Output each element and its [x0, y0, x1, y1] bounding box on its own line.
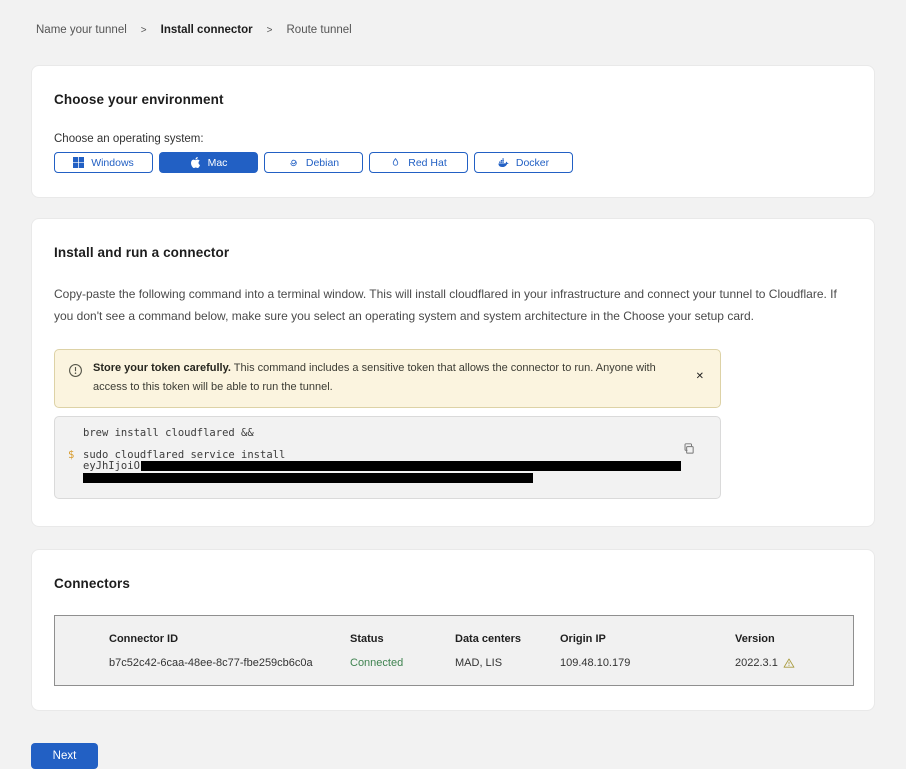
version-number: 2022.3.1 [735, 657, 778, 669]
token-warning-text: Store your token carefully. This command… [93, 359, 682, 398]
breadcrumb: Name your tunnel > Install connector > R… [31, 0, 875, 36]
cell-origin-ip: 109.48.10.179 [560, 657, 735, 669]
connectors-table: Connector ID Status Data centers Origin … [54, 615, 854, 686]
connectors-table-header: Connector ID Status Data centers Origin … [109, 633, 843, 645]
token-warning-bold: Store your token carefully. [93, 362, 231, 374]
os-button-group: Windows Mac Debian Red Hat [54, 152, 852, 173]
os-button-redhat[interactable]: Red Hat [369, 152, 468, 173]
table-row: b7c52c42-6caa-48ee-8c77-fbe259cb6c0a Con… [109, 657, 843, 669]
environment-card: Choose your environment Choose an operat… [31, 65, 875, 198]
connectors-card: Connectors Connector ID Status Data cent… [31, 549, 875, 711]
status-badge: Connected [350, 657, 455, 669]
install-command-codeblock: brew install cloudflared && $ sudo cloud… [54, 416, 721, 499]
header-origin-ip: Origin IP [560, 633, 735, 645]
os-button-debian[interactable]: Debian [264, 152, 363, 173]
breadcrumb-route-tunnel[interactable]: Route tunnel [287, 24, 352, 36]
code-line-brew: brew install cloudflared && [68, 428, 680, 439]
header-status: Status [350, 633, 455, 645]
code-text-sudo: sudo cloudflared service install [83, 450, 681, 461]
code-text-brew: brew install cloudflared && [83, 428, 254, 439]
warning-triangle-icon [783, 657, 795, 669]
os-button-label: Red Hat [408, 157, 447, 169]
breadcrumb-name-your-tunnel[interactable]: Name your tunnel [36, 24, 127, 36]
connectors-card-title: Connectors [54, 576, 852, 591]
shell-prompt: $ [68, 450, 83, 486]
breadcrumb-separator: > [267, 25, 273, 36]
header-data-centers: Data centers [455, 633, 560, 645]
close-icon[interactable]: ✕ [696, 372, 704, 382]
copy-icon[interactable] [683, 443, 696, 459]
install-card: Install and run a connector Copy-paste t… [31, 218, 875, 527]
token-redaction-bar [141, 461, 681, 471]
token-redaction-bar [83, 473, 533, 483]
install-card-title: Install and run a connector [54, 245, 852, 260]
debian-icon [288, 157, 299, 168]
breadcrumb-separator: > [141, 25, 147, 36]
os-select-label: Choose an operating system: [54, 133, 852, 145]
os-button-label: Debian [306, 157, 339, 169]
header-version: Version [735, 633, 843, 645]
windows-icon [73, 157, 84, 168]
info-circle-icon [68, 363, 83, 378]
os-button-label: Mac [208, 157, 228, 169]
os-button-label: Windows [91, 157, 134, 169]
os-button-windows[interactable]: Windows [54, 152, 153, 173]
cell-connector-id: b7c52c42-6caa-48ee-8c77-fbe259cb6c0a [109, 657, 350, 669]
header-connector-id: Connector ID [109, 633, 350, 645]
code-line-sudo: $ sudo cloudflared service install eyJhI… [68, 450, 680, 486]
breadcrumb-install-connector[interactable]: Install connector [161, 24, 253, 36]
code-token-line: eyJhIjoiO [83, 461, 681, 472]
environment-card-title: Choose your environment [54, 92, 852, 107]
token-prefix: eyJhIjoiO [83, 461, 140, 472]
page: Name your tunnel > Install connector > R… [0, 0, 906, 769]
install-description: Copy-paste the following command into a … [54, 284, 852, 327]
redhat-icon [390, 157, 401, 168]
next-button[interactable]: Next [31, 743, 98, 769]
cell-version: 2022.3.1 [735, 657, 843, 669]
cell-data-centers: MAD, LIS [455, 657, 560, 669]
os-button-label: Docker [516, 157, 549, 169]
apple-icon [190, 157, 201, 168]
docker-icon [498, 157, 509, 168]
token-warning-banner: Store your token carefully. This command… [54, 349, 721, 408]
os-button-mac[interactable]: Mac [159, 152, 258, 173]
os-button-docker[interactable]: Docker [474, 152, 573, 173]
